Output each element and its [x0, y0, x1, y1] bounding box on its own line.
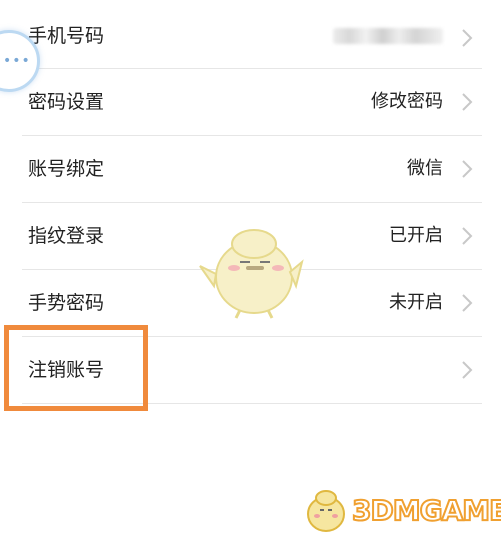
row-value: 未开启 [389, 292, 443, 313]
row-value: 已开启 [389, 225, 443, 246]
chick-logo-icon [307, 490, 345, 532]
chevron-right-icon [462, 361, 473, 379]
chevron-right-icon [462, 29, 473, 47]
row-value: 微信 [407, 158, 443, 179]
chevron-right-icon [462, 160, 473, 178]
row-label: 密码设置 [28, 91, 105, 113]
watermark: 3DMGAME [300, 486, 501, 536]
chick-mascot-icon [199, 229, 304, 319]
row-password-settings[interactable]: 密码设置 修改密码 [0, 69, 501, 135]
watermark-text: 3DMGAME [351, 493, 501, 528]
row-label: 指纹登录 [28, 225, 105, 247]
ellipsis-icon: ••• [3, 53, 31, 69]
phone-number-blurred-value [333, 28, 443, 44]
chevron-right-icon [462, 93, 473, 111]
chevron-right-icon [462, 294, 473, 312]
row-label: 账号绑定 [28, 158, 105, 180]
row-phone-number[interactable]: 手机号码 [0, 3, 501, 69]
row-value: 修改密码 [371, 91, 443, 112]
chevron-right-icon [462, 227, 473, 245]
highlight-box [4, 325, 148, 411]
row-account-binding[interactable]: 账号绑定 微信 [0, 136, 501, 202]
